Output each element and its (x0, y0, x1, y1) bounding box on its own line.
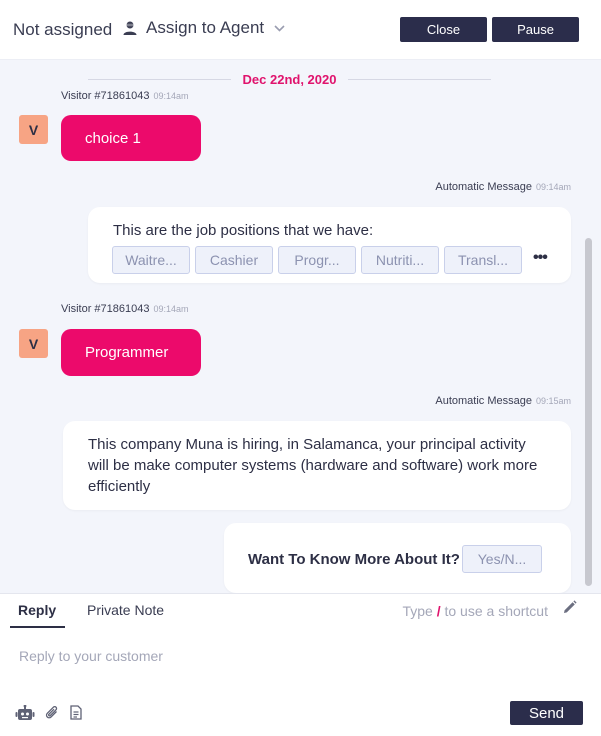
tab-reply[interactable]: Reply (18, 602, 56, 618)
automatic-message-card: This company Muna is hiring, in Salamanc… (63, 421, 571, 510)
option-chip[interactable]: Waitre... (112, 246, 190, 274)
sender-name: Visitor #71861043 (61, 303, 150, 315)
message-time: 09:14am (153, 91, 189, 101)
chevron-down-icon (274, 24, 285, 32)
sender-name: Automatic Message (435, 395, 532, 407)
message-time: 09:15am (535, 396, 571, 406)
date-separator: Dec 22nd, 2020 (88, 70, 492, 88)
assign-to-agent-dropdown[interactable]: Assign to Agent (122, 18, 285, 38)
assign-to-agent-label: Assign to Agent (146, 18, 265, 37)
message-scrollbar[interactable] (583, 234, 593, 590)
automatic-message-card: This are the job positions that we have:… (88, 207, 571, 283)
message-time: 09:14am (535, 182, 571, 192)
sender-name: Automatic Message (435, 181, 532, 193)
date-label: Dec 22nd, 2020 (242, 71, 337, 87)
message-text: Programmer (85, 344, 169, 361)
close-button[interactable]: Close (400, 17, 487, 42)
visitor-message-bubble: Programmer (61, 329, 201, 376)
visitor-message-bubble: choice 1 (61, 115, 201, 161)
message-list: Dec 22nd, 2020 Visitor #71861043 09:14am … (0, 60, 601, 593)
pencil-icon[interactable] (562, 600, 577, 620)
attachment-icon[interactable] (45, 705, 60, 726)
reply-input[interactable] (19, 648, 579, 664)
avatar: V (19, 115, 48, 144)
assignment-status: Not assigned (13, 20, 113, 39)
shortcut-prefix: Type (402, 603, 433, 619)
agent-icon (122, 20, 138, 36)
message-sender: Visitor #71861043 09:14am (61, 303, 189, 315)
active-tab-indicator (10, 626, 65, 628)
reply-composer: Reply Private Note Type / to use a short… (0, 593, 601, 736)
message-sender: Automatic Message 09:14am (435, 181, 571, 193)
message-text: This company Muna is hiring, in Salamanc… (88, 436, 538, 495)
option-chip[interactable]: Nutriti... (361, 246, 439, 274)
sender-name: Visitor #71861043 (61, 90, 150, 102)
message-text: This are the job positions that we have: (113, 222, 374, 239)
message-text: choice 1 (85, 129, 141, 147)
shortcut-key: / (436, 603, 441, 619)
bot-icon[interactable] (15, 704, 35, 726)
avatar: V (19, 329, 48, 358)
option-chip[interactable]: Yes/N... (462, 545, 542, 573)
option-chip[interactable]: Progr... (278, 246, 356, 274)
shortcut-suffix: to use a shortcut (444, 603, 548, 619)
tab-private-note[interactable]: Private Note (87, 602, 164, 618)
document-icon[interactable] (70, 705, 82, 725)
scrollbar-thumb[interactable] (585, 238, 592, 586)
conversation-header: Not assigned Assign to Agent Close Pause (0, 0, 601, 60)
divider (88, 78, 231, 80)
send-button[interactable]: Send (510, 701, 583, 725)
message-time: 09:14am (153, 304, 189, 314)
question-text: Want To Know More About It? (248, 551, 460, 568)
message-sender: Automatic Message 09:15am (435, 395, 571, 407)
option-chip[interactable]: Transl... (444, 246, 522, 274)
option-list: Waitre... Cashier Progr... Nutriti... Tr… (112, 246, 522, 274)
shortcut-hint: Type / to use a shortcut (402, 603, 548, 619)
more-options-icon[interactable]: ••• (533, 249, 548, 267)
question-card: Want To Know More About It? Yes/N... (224, 523, 571, 593)
message-sender: Visitor #71861043 09:14am (61, 90, 189, 102)
divider (348, 78, 492, 80)
option-chip[interactable]: Cashier (195, 246, 273, 274)
pause-button[interactable]: Pause (492, 17, 579, 42)
